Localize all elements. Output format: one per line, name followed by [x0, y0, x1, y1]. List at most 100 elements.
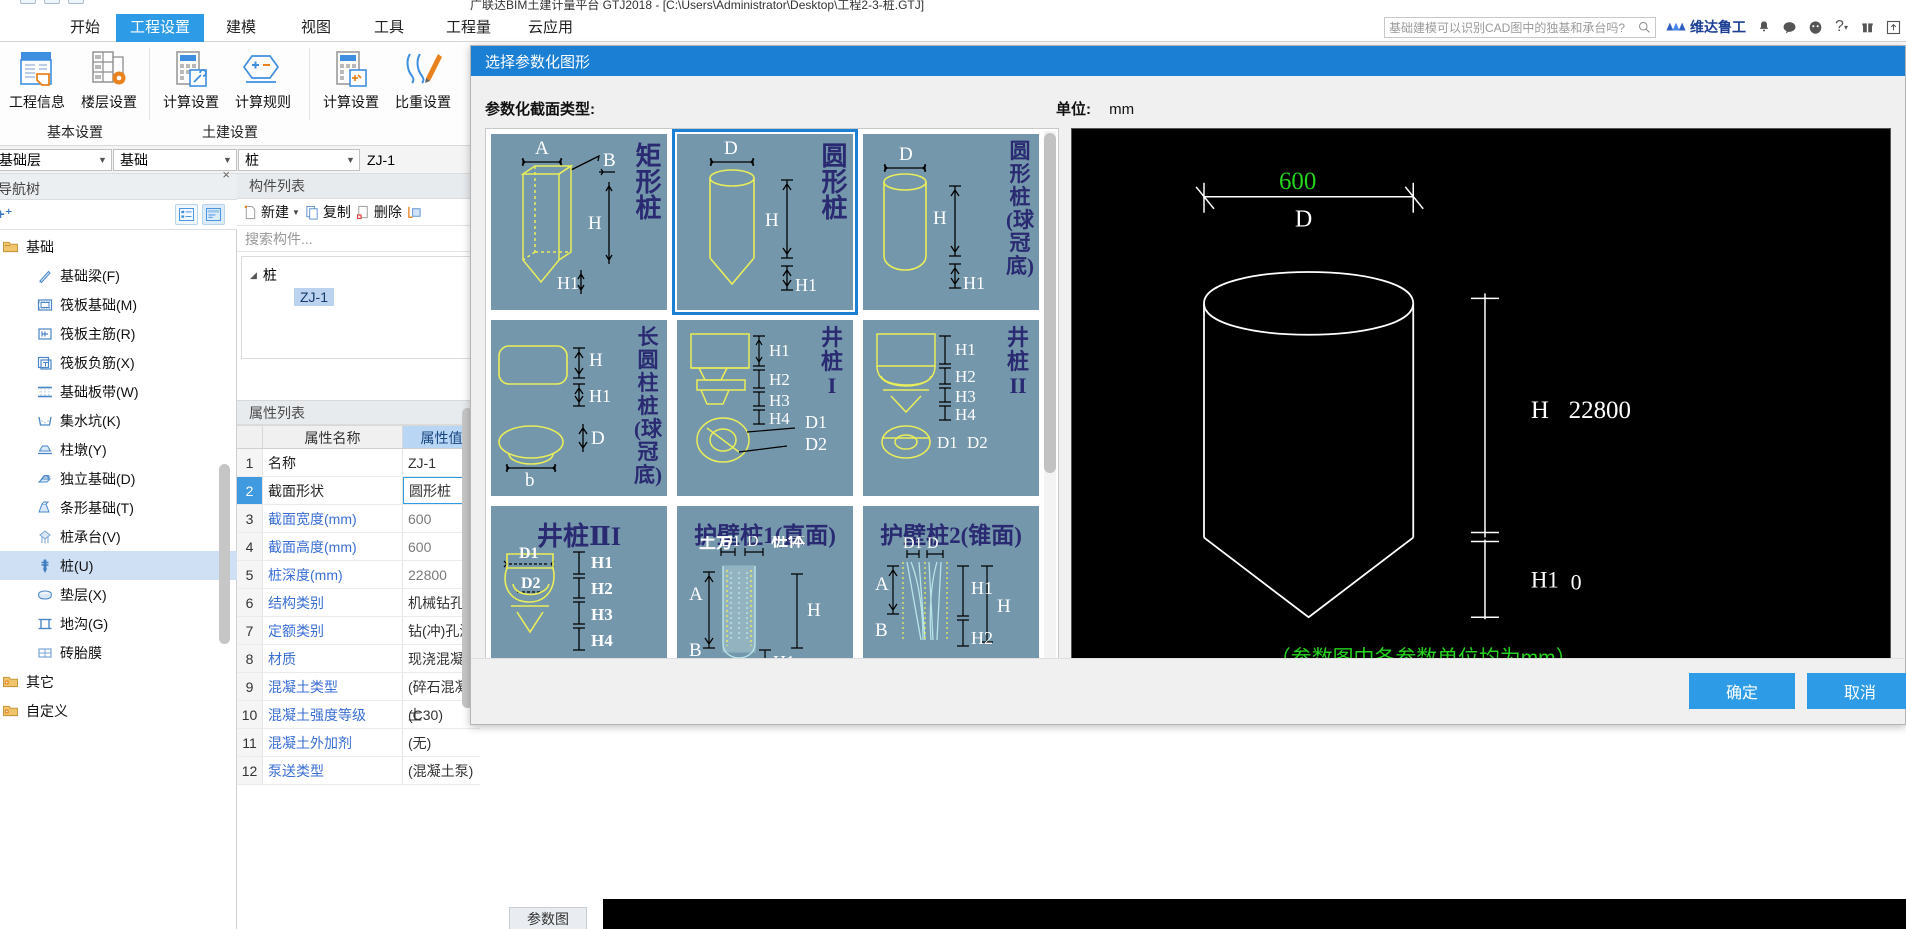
- ribbon-button-floor-settings[interactable]: 楼层设置: [74, 46, 144, 112]
- tab-parameter-diagram[interactable]: 参数图: [509, 907, 587, 929]
- svg-text:H1: H1: [557, 273, 579, 293]
- shape-tile-label: 圆形桩(球冠底): [1006, 139, 1034, 278]
- table-row[interactable]: 11 混凝土外加剂 (无): [237, 729, 480, 757]
- ribbon-button-project-info[interactable]: 工程信息: [2, 46, 72, 112]
- sidebar-item-foundation-beam[interactable]: 基础梁(F): [0, 261, 237, 290]
- folder-icon: [2, 673, 19, 690]
- table-row[interactable]: 2 截面形状 圆形桩: [237, 477, 480, 505]
- tab-modeling[interactable]: 建模: [212, 14, 270, 42]
- table-row[interactable]: 8 材质 现浇混凝土: [237, 645, 480, 673]
- tree-root-foundation[interactable]: 基础: [0, 232, 237, 261]
- sidebar-item-pile-cap[interactable]: 桩承台(V): [0, 522, 237, 551]
- list-view-icon[interactable]: [175, 204, 198, 225]
- tab-view[interactable]: 视图: [287, 14, 345, 42]
- brick-mold-icon: [36, 644, 53, 661]
- component-search-placeholder: 搜索构件...: [245, 230, 313, 247]
- shape-tile-round-pile[interactable]: D H H1 圆形桩: [672, 129, 858, 315]
- svg-text:B: B: [875, 620, 888, 641]
- table-row[interactable]: 4 截面高度(mm) 600: [237, 533, 480, 561]
- copy-component-button[interactable]: 复制: [305, 202, 351, 222]
- sidebar-item-cushion[interactable]: 垫层(X): [0, 580, 237, 609]
- bell-icon[interactable]: [1755, 19, 1772, 36]
- component-select[interactable]: 桩 ▼: [238, 149, 360, 171]
- message-icon[interactable]: [1781, 19, 1798, 36]
- tab-project-settings[interactable]: 工程设置: [116, 14, 205, 42]
- svg-text:H3: H3: [591, 605, 613, 624]
- window-icon[interactable]: [1885, 19, 1902, 36]
- cancel-button[interactable]: 取消: [1807, 673, 1906, 709]
- qat-save-icon[interactable]: [20, 0, 36, 4]
- shape-tile-well-pile-1[interactable]: H1 H2 H3 H4 D1 D2 井桩I: [672, 315, 858, 501]
- table-row[interactable]: 1 名称 ZJ-1: [237, 449, 480, 477]
- floor-select[interactable]: 基础层 ▼: [0, 149, 112, 171]
- face-icon[interactable]: [1807, 19, 1824, 36]
- row-name: 截面形状: [263, 477, 403, 504]
- tab-cloud-app[interactable]: 云应用: [514, 14, 587, 42]
- svg-text:A: A: [535, 138, 549, 159]
- copy-icon: [306, 205, 318, 220]
- svg-text:H: H: [588, 213, 602, 234]
- table-row[interactable]: 12 泵送类型 (混凝土泵): [237, 757, 480, 785]
- account-brand[interactable]: 维达鲁工: [1665, 17, 1746, 37]
- delete-component-button[interactable]: 删除: [356, 202, 402, 222]
- tab-start[interactable]: 开始: [56, 14, 114, 42]
- category-select[interactable]: 基础 ▼: [113, 149, 237, 171]
- shape-tile-oblong-pile[interactable]: H H1 D b 长圆柱桩(球冠底): [486, 315, 672, 501]
- quick-access-toolbar[interactable]: [20, 0, 84, 4]
- component-group[interactable]: ◢ 桩: [242, 262, 474, 288]
- shape-tile-well-pile-2[interactable]: H1 H2 H3 H4 D1 D2 井桩II: [858, 315, 1044, 501]
- ribbon-button-weight-settings[interactable]: 比重设置: [388, 46, 458, 112]
- weight-settings-icon: [388, 46, 458, 92]
- row-value[interactable]: (无): [403, 729, 480, 756]
- logo-icon: [1666, 22, 1686, 31]
- tree-node-custom[interactable]: 自定义: [0, 696, 237, 725]
- gift-icon[interactable]: [1859, 19, 1876, 36]
- tab-tools[interactable]: 工具: [360, 14, 418, 42]
- sidebar-item-raft-negative-rebar[interactable]: 筏板负筋(X): [0, 348, 237, 377]
- svg-text:D: D: [927, 535, 939, 552]
- row-value[interactable]: (混凝土泵): [403, 757, 480, 784]
- table-row[interactable]: 3 截面宽度(mm) 600: [237, 505, 480, 533]
- cushion-icon: [36, 586, 53, 603]
- sidebar-item-sump-pit[interactable]: 集水坑(K): [0, 406, 237, 435]
- sump-pit-icon: [36, 412, 53, 429]
- sidebar-item-brick-mold[interactable]: 砖胎膜: [0, 638, 237, 667]
- qat-redo-icon[interactable]: [68, 0, 84, 4]
- sidebar-item-trench[interactable]: 地沟(G): [0, 609, 237, 638]
- sidebar-label: 基础板带(W): [60, 383, 139, 400]
- component-leaf-row[interactable]: ZJ-1: [242, 288, 474, 306]
- table-row[interactable]: 10 混凝土强度等级 (C30): [237, 701, 480, 729]
- shape-tile-rect-pile[interactable]: A B H H1 矩形桩: [486, 129, 672, 315]
- shape-tile-round-pile-dome[interactable]: D H H1 圆形桩(球冠底): [858, 129, 1044, 315]
- tab-quantity[interactable]: 工程量: [432, 14, 505, 42]
- chevron-down-icon[interactable]: ▼: [292, 208, 300, 217]
- sidebar-item-column-pier[interactable]: 柱墩(Y): [0, 435, 237, 464]
- ok-button[interactable]: 确定: [1689, 673, 1795, 709]
- ribbon-button-calc-settings2[interactable]: 计算设置: [316, 46, 386, 112]
- new-component-button[interactable]: 新建 ▼: [243, 202, 300, 222]
- table-row[interactable]: 9 混凝土类型 (碎石混凝土: [237, 673, 480, 723]
- close-icon[interactable]: ×: [222, 167, 230, 182]
- sidebar-item-raft-main-rebar[interactable]: 筏板主筋(R): [0, 319, 237, 348]
- caret-down-icon[interactable]: ◢: [250, 270, 257, 281]
- layer-component-button[interactable]: [407, 205, 422, 220]
- table-row[interactable]: 5 桩深度(mm) 22800: [237, 561, 480, 589]
- sidebar-item-foundation-strip[interactable]: 基础板带(W): [0, 377, 237, 406]
- sidebar-item-isolated-foundation[interactable]: 独立基础(D): [0, 464, 237, 493]
- sidebar-item-raft-foundation[interactable]: 筏板基础(M): [0, 290, 237, 319]
- qat-undo-icon[interactable]: [44, 0, 60, 4]
- search-input[interactable]: 基础建模可以识别CAD图中的独基和承台吗?: [1384, 16, 1656, 38]
- help-icon[interactable]: ? ▾: [1833, 18, 1850, 36]
- navigation-scrollbar[interactable]: [219, 464, 230, 644]
- detail-view-icon[interactable]: [202, 204, 225, 225]
- table-row[interactable]: 7 定额类别 钻(冲)孔灌: [237, 617, 480, 645]
- add-plus-icon[interactable]: +⁺: [0, 205, 13, 223]
- sidebar-item-pile[interactable]: 桩(U): [0, 551, 237, 580]
- ribbon-button-calc-rules[interactable]: 计算规则: [228, 46, 298, 112]
- shape-grid-scrollbar[interactable]: [1044, 133, 1056, 473]
- sidebar-item-strip-foundation[interactable]: 条形基础(T): [0, 493, 237, 522]
- tree-node-others[interactable]: 其它: [0, 667, 237, 696]
- component-search-input[interactable]: 搜索构件...: [237, 226, 479, 252]
- ribbon-button-calc-settings[interactable]: 计算设置: [156, 46, 226, 112]
- table-row[interactable]: 6 结构类别 机械钻孔桩: [237, 589, 480, 617]
